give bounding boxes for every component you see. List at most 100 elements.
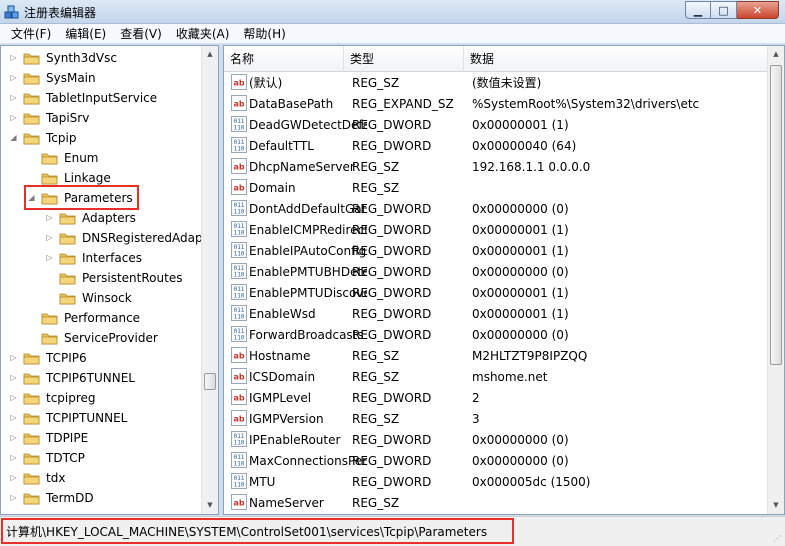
tree-item[interactable]: ◢ Tcpip bbox=[9, 128, 78, 148]
value-type: REG_DWORD bbox=[352, 222, 432, 237]
tree-item[interactable]: ▷ TCPIP6 bbox=[9, 348, 89, 368]
value-row[interactable]: 011 110 IPEnableRouter REG_DWORD 0x00000000 … bbox=[224, 429, 769, 450]
tree-scrollbar[interactable]: ▲ ▼ bbox=[201, 46, 218, 514]
value-row[interactable]: 011 110 EnableICMPRedirect REG_DWORD 0x00000… bbox=[224, 219, 769, 240]
scroll-down-icon[interactable]: ▼ bbox=[768, 497, 784, 514]
value-row[interactable]: 011 110 ForwardBroadcasts REG_DWORD 0x000000… bbox=[224, 324, 769, 345]
value-type: REG_DWORD bbox=[352, 453, 432, 468]
tree-item[interactable]: ▷ tcpipreg bbox=[9, 388, 98, 408]
expand-arrow-icon[interactable]: ▷ bbox=[45, 213, 54, 222]
tree-item[interactable]: ▷ TCPIP6TUNNEL bbox=[9, 368, 137, 388]
tree-item[interactable]: ▷ TCPIPTUNNEL bbox=[9, 408, 129, 428]
values-scroll-thumb[interactable] bbox=[770, 65, 782, 365]
value-row[interactable]: 011110EnablePMTUDiscoveryREG_DWORD 0x0000… bbox=[224, 282, 769, 303]
tree-item[interactable]: ▷ Adapters bbox=[45, 208, 138, 228]
folder-icon bbox=[23, 433, 40, 444]
value-row[interactable]: 011 110 MTU REG_DWORD 0x000005dc (1500) bbox=[224, 471, 769, 492]
value-row[interactable]: ab (默认) REG_SZ (数值未设置) bbox=[224, 72, 769, 93]
expand-arrow-icon[interactable]: ▷ bbox=[9, 113, 18, 122]
values-list-pane[interactable]: 名称 类型 数据 ab (默认) REG_SZ (数值未设置) ab DataBasePa… bbox=[223, 45, 785, 515]
tree-item[interactable]: ▷ TabletInputService bbox=[9, 88, 159, 108]
tree-item[interactable]: ▷ TDPIPE bbox=[9, 428, 90, 448]
expand-arrow-icon[interactable]: ▷ bbox=[45, 253, 54, 262]
tree-item[interactable]: ▷ DNSRegisteredAdapters bbox=[45, 228, 218, 248]
tree-item-label: Interfaces bbox=[82, 251, 142, 265]
value-row[interactable]: ab DataBasePath REG_EXPAND_SZ %SystemRoot%\… bbox=[224, 93, 769, 114]
value-row[interactable]: ab IGMPVersion REG_SZ 3 bbox=[224, 408, 769, 429]
tree-item-label: SysMain bbox=[46, 71, 96, 85]
value-row[interactable]: 011110DontAddDefaultGatewayREG_DWORD 0x00… bbox=[224, 198, 769, 219]
expand-arrow-icon[interactable]: ▷ bbox=[9, 493, 18, 502]
expand-arrow-icon[interactable]: ▷ bbox=[9, 53, 18, 62]
scroll-down-icon[interactable]: ▼ bbox=[202, 497, 218, 514]
expand-arrow-icon[interactable]: ▷ bbox=[9, 433, 18, 442]
expand-arrow-icon[interactable]: ▷ bbox=[9, 453, 18, 462]
folder-icon bbox=[41, 173, 58, 184]
value-row[interactable]: 011 110 EnableIPAutoConfig REG_DWORD 0x00000… bbox=[224, 240, 769, 261]
tree-item[interactable]: ▷ SysMain bbox=[9, 68, 98, 88]
binary-value-icon: 011110 bbox=[231, 326, 247, 342]
value-name: (默认) bbox=[249, 76, 283, 90]
scroll-up-icon[interactable]: ▲ bbox=[768, 46, 784, 63]
column-type-header[interactable]: 类型 bbox=[344, 46, 464, 72]
value-row[interactable]: ab Hostname REG_SZ M2HLTZT9P8IPZQQ bbox=[224, 345, 769, 366]
value-data: M2HLTZT9P8IPZQQ bbox=[472, 348, 588, 363]
collapse-arrow-icon[interactable]: ◢ bbox=[9, 133, 18, 142]
tree-item[interactable]: ServiceProvider bbox=[27, 328, 160, 348]
tree-item[interactable]: ▷ TDTCP bbox=[9, 448, 87, 468]
expand-arrow-icon[interactable]: ▷ bbox=[9, 473, 18, 482]
minimize-button[interactable]: ▁ bbox=[685, 1, 711, 19]
tree-item[interactable]: ▷ TapiSrv bbox=[9, 108, 91, 128]
svg-text:110: 110 bbox=[234, 272, 245, 279]
key-tree-pane[interactable]: ▷ Synth3dVsc ▷ SysMain ▷ TabletInputService ▷ T… bbox=[0, 45, 219, 515]
tree-item[interactable]: ▷ TermDD bbox=[9, 488, 96, 508]
value-row[interactable]: ab IGMPLevel REG_DWORD 2 bbox=[224, 387, 769, 408]
value-type: REG_SZ bbox=[352, 180, 400, 195]
value-row[interactable]: 011110DeadGWDetectDefaultREG_DWORD 0x0000… bbox=[224, 114, 769, 135]
value-row[interactable]: ab Domain REG_SZ bbox=[224, 177, 769, 198]
menu-file[interactable]: 文件(F) bbox=[4, 25, 58, 42]
value-row[interactable]: 011110EnablePMTUBHDetectREG_DWORD 0x00000… bbox=[224, 261, 769, 282]
expand-arrow-icon[interactable]: ▷ bbox=[9, 413, 18, 422]
tree-item-label: tcpipreg bbox=[46, 391, 96, 405]
value-row[interactable]: 011110MaxConnectionsPerServerREG_DWORD 0x… bbox=[224, 450, 769, 471]
tree-item[interactable]: ▷ tdx bbox=[9, 468, 67, 488]
value-row[interactable]: ab NameServer REG_SZ bbox=[224, 492, 769, 513]
expand-arrow-icon[interactable]: ▷ bbox=[9, 93, 18, 102]
maximize-button[interactable]: □ bbox=[711, 1, 737, 19]
expand-arrow-icon[interactable]: ▷ bbox=[9, 353, 18, 362]
values-scrollbar[interactable]: ▲ ▼ bbox=[767, 46, 784, 514]
tree-item[interactable]: Performance bbox=[27, 308, 142, 328]
value-name: IGMPLevel bbox=[249, 390, 312, 405]
close-button[interactable]: ✕ bbox=[737, 1, 779, 19]
value-data: 0x00000000 (0) bbox=[472, 264, 569, 279]
tree-item[interactable]: Winsock bbox=[45, 288, 134, 308]
selected-key-highlight bbox=[24, 185, 139, 210]
tree-scroll-thumb[interactable] bbox=[204, 373, 216, 390]
value-row[interactable]: ab ICSDomain REG_SZ mshome.net bbox=[224, 366, 769, 387]
resize-grip-icon[interactable]: ⋰ bbox=[773, 534, 783, 544]
expand-arrow-icon bbox=[27, 153, 36, 162]
value-type: REG_DWORD bbox=[352, 243, 432, 258]
column-data-header[interactable]: 数据 bbox=[464, 46, 769, 72]
menu-edit[interactable]: 编辑(E) bbox=[58, 25, 113, 42]
column-name-header[interactable]: 名称 bbox=[224, 46, 344, 72]
expand-arrow-icon[interactable]: ▷ bbox=[9, 373, 18, 382]
tree-item[interactable]: PersistentRoutes bbox=[45, 268, 184, 288]
value-row[interactable]: 011 110 EnableWsd REG_DWORD 0x00000001 (1) bbox=[224, 303, 769, 324]
scroll-up-icon[interactable]: ▲ bbox=[202, 46, 218, 63]
tree-item[interactable]: ▷ Interfaces bbox=[45, 248, 144, 268]
tree-item-label: ServiceProvider bbox=[64, 331, 158, 345]
expand-arrow-icon[interactable]: ▷ bbox=[9, 73, 18, 82]
expand-arrow-icon[interactable]: ▷ bbox=[45, 233, 54, 242]
value-row[interactable]: ab DhcpNameServer REG_SZ 192.168.1.1 0.0.0.… bbox=[224, 156, 769, 177]
value-type: REG_SZ bbox=[352, 495, 400, 510]
tree-item[interactable]: ▷ Synth3dVsc bbox=[9, 48, 119, 68]
value-row[interactable]: 011 110 DefaultTTL REG_DWORD 0x00000040 (64) bbox=[224, 135, 769, 156]
menu-view[interactable]: 查看(V) bbox=[113, 25, 169, 42]
menu-help[interactable]: 帮助(H) bbox=[236, 25, 292, 42]
value-name: IGMPVersion bbox=[249, 411, 324, 426]
tree-item[interactable]: Enum bbox=[27, 148, 100, 168]
menu-favorites[interactable]: 收藏夹(A) bbox=[169, 25, 237, 42]
expand-arrow-icon[interactable]: ▷ bbox=[9, 393, 18, 402]
